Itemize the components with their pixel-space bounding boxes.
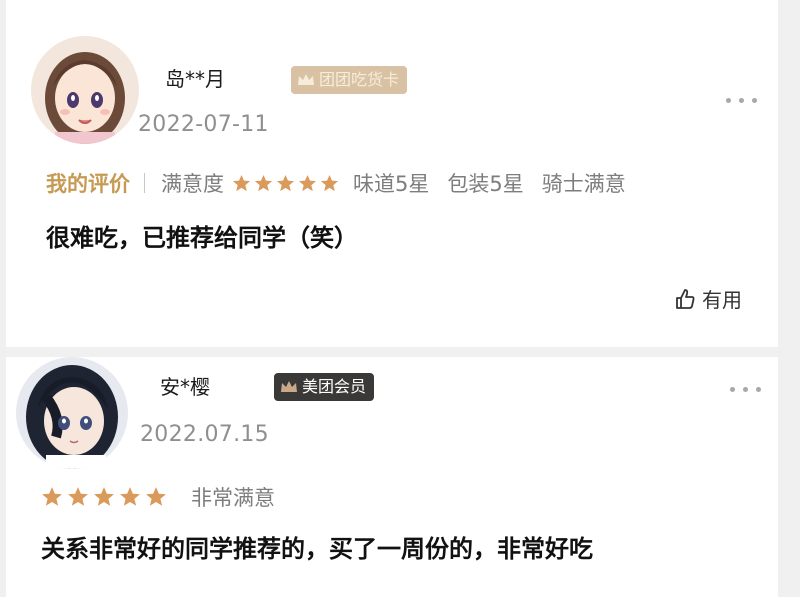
review-content: 很难吃，已推荐给同学（笑） — [46, 224, 358, 252]
star-icon — [42, 487, 62, 506]
crown-icon — [297, 69, 315, 97]
more-icon[interactable] — [724, 95, 760, 105]
review-card: 安*樱 美团会员 2022.07.15 非常满意 关系非常好的同学推荐的，买了一… — [6, 357, 778, 597]
star-icon — [94, 487, 114, 506]
review-card: 岛**月 团团吃货卡 2022-07-11 我的评价 满意度 味道5星 包装5星… — [6, 0, 778, 347]
review-date: 2022-07-11 — [138, 112, 269, 137]
packaging-rating: 包装5星 — [447, 172, 524, 196]
rider-rating: 骑士满意 — [541, 172, 626, 196]
crown-icon — [280, 376, 298, 404]
badge-label: 美团会员 — [302, 377, 367, 396]
my-review-label: 我的评价 — [46, 172, 130, 196]
thumbs-up-icon — [676, 288, 695, 309]
member-badge[interactable]: 美团会员 — [274, 373, 375, 404]
rating-row: 我的评价 满意度 味道5星 包装5星 骑士满意 — [46, 168, 644, 198]
star-icon — [254, 174, 273, 191]
useful-label: 有用 — [702, 288, 742, 312]
star-rating — [41, 486, 167, 508]
review-date: 2022.07.15 — [140, 422, 269, 447]
avatar[interactable] — [31, 36, 139, 144]
username[interactable]: 安*樱 — [160, 371, 210, 400]
badge-label: 团团吃货卡 — [319, 70, 400, 89]
useful-button[interactable]: 有用 — [674, 284, 742, 313]
star-icon — [146, 487, 166, 506]
taste-rating: 味道5星 — [353, 172, 430, 196]
more-icon[interactable] — [728, 384, 764, 394]
satisfaction-label: 满意度 — [161, 172, 224, 196]
avatar[interactable] — [16, 357, 128, 469]
member-badge[interactable]: 团团吃货卡 — [291, 66, 408, 97]
star-icon — [232, 174, 251, 191]
divider — [144, 173, 145, 193]
star-icon — [276, 174, 295, 191]
star-icon — [298, 174, 317, 191]
review-content: 关系非常好的同学推荐的，买了一周份的，非常好吃 — [41, 535, 593, 563]
star-icon — [320, 174, 339, 191]
star-rating — [232, 174, 339, 193]
rating-row: 非常满意 — [41, 482, 275, 512]
star-icon — [120, 487, 140, 506]
username[interactable]: 岛**月 — [165, 63, 225, 92]
star-icon — [68, 487, 88, 506]
satisfaction-text: 非常满意 — [191, 486, 275, 510]
